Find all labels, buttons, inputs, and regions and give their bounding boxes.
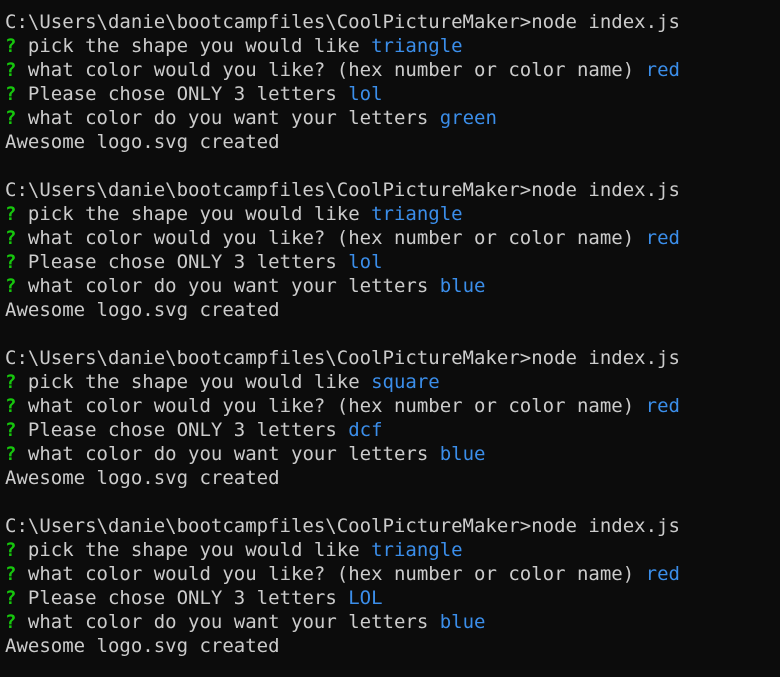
- prompt-question: Please chose ONLY 3 letters: [27, 419, 337, 441]
- prompt-question: pick the shape you would like: [27, 35, 360, 57]
- question-mark-icon: ?: [5, 35, 17, 57]
- result-text: Awesome logo.svg created: [5, 299, 280, 321]
- command-text: C:\Users\danie\bootcampfiles\CoolPicture…: [5, 347, 680, 369]
- prompt-line: ? what color would you like? (hex number…: [5, 58, 780, 82]
- prompt-question: pick the shape you would like: [27, 203, 360, 225]
- prompt-question: what color do you want your letters: [27, 275, 429, 297]
- question-mark-icon: ?: [5, 539, 17, 561]
- prompt-answer: green: [439, 107, 497, 129]
- prompt-line: ? Please chose ONLY 3 letters lol: [5, 250, 780, 274]
- prompt-line: ? pick the shape you would like square: [5, 370, 780, 394]
- command-line: C:\Users\danie\bootcampfiles\CoolPicture…: [5, 178, 780, 202]
- question-mark-icon: ?: [5, 251, 17, 273]
- question-mark-icon: ?: [5, 563, 17, 585]
- prompt-question: pick the shape you would like: [27, 371, 360, 393]
- command-text: C:\Users\danie\bootcampfiles\CoolPicture…: [5, 179, 680, 201]
- question-mark-icon: ?: [5, 443, 17, 465]
- prompt-line: ? Please chose ONLY 3 letters LOL: [5, 586, 780, 610]
- question-mark-icon: ?: [5, 275, 17, 297]
- prompt-question: what color do you want your letters: [27, 107, 429, 129]
- question-mark-icon: ?: [5, 83, 17, 105]
- prompt-question: what color would you like? (hex number o…: [27, 227, 635, 249]
- prompt-line: ? what color do you want your letters bl…: [5, 274, 780, 298]
- prompt-question: Please chose ONLY 3 letters: [27, 83, 337, 105]
- prompt-answer: triangle: [371, 539, 463, 561]
- prompt-line: ? Please chose ONLY 3 letters dcf: [5, 418, 780, 442]
- prompt-question: what color do you want your letters: [27, 611, 429, 633]
- prompt-answer: LOL: [348, 587, 383, 609]
- prompt-answer: blue: [439, 443, 486, 465]
- result-line: Awesome logo.svg created: [5, 466, 780, 490]
- command-line: C:\Users\danie\bootcampfiles\CoolPicture…: [5, 514, 780, 538]
- prompt-answer: red: [645, 227, 680, 249]
- terminal-session: C:\Users\danie\bootcampfiles\CoolPicture…: [5, 514, 780, 658]
- result-text: Awesome logo.svg created: [5, 467, 280, 489]
- question-mark-icon: ?: [5, 419, 17, 441]
- prompt-line: ? pick the shape you would like triangle: [5, 34, 780, 58]
- question-mark-icon: ?: [5, 227, 17, 249]
- prompt-answer: dcf: [348, 419, 383, 441]
- command-text: C:\Users\danie\bootcampfiles\CoolPicture…: [5, 515, 680, 537]
- prompt-question: Please chose ONLY 3 letters: [27, 251, 337, 273]
- question-mark-icon: ?: [5, 107, 17, 129]
- prompt-line: ? what color would you like? (hex number…: [5, 394, 780, 418]
- result-line: Awesome logo.svg created: [5, 298, 780, 322]
- result-line: Awesome logo.svg created: [5, 634, 780, 658]
- terminal-window[interactable]: C:\Users\danie\bootcampfiles\CoolPicture…: [0, 0, 780, 677]
- question-mark-icon: ?: [5, 371, 17, 393]
- result-text: Awesome logo.svg created: [5, 635, 280, 657]
- prompt-answer: red: [645, 395, 680, 417]
- question-mark-icon: ?: [5, 59, 17, 81]
- prompt-question: what color do you want your letters: [27, 443, 429, 465]
- prompt-question: what color would you like? (hex number o…: [27, 395, 635, 417]
- prompt-line: ? what color would you like? (hex number…: [5, 562, 780, 586]
- prompt-line: ? pick the shape you would like triangle: [5, 538, 780, 562]
- prompt-line: ? what color do you want your letters gr…: [5, 106, 780, 130]
- prompt-question: what color would you like? (hex number o…: [27, 59, 635, 81]
- command-line: C:\Users\danie\bootcampfiles\CoolPicture…: [5, 10, 780, 34]
- command-text: C:\Users\danie\bootcampfiles\CoolPicture…: [5, 11, 680, 33]
- result-line: Awesome logo.svg created: [5, 130, 780, 154]
- question-mark-icon: ?: [5, 611, 17, 633]
- prompt-question: what color would you like? (hex number o…: [27, 563, 635, 585]
- prompt-answer: blue: [439, 611, 486, 633]
- prompt-answer: red: [645, 563, 680, 585]
- result-text: Awesome logo.svg created: [5, 131, 280, 153]
- prompt-answer: blue: [439, 275, 486, 297]
- prompt-answer: triangle: [371, 203, 463, 225]
- question-mark-icon: ?: [5, 203, 17, 225]
- command-line: C:\Users\danie\bootcampfiles\CoolPicture…: [5, 346, 780, 370]
- terminal-session: C:\Users\danie\bootcampfiles\CoolPicture…: [5, 10, 780, 178]
- question-mark-icon: ?: [5, 395, 17, 417]
- prompt-line: ? what color do you want your letters bl…: [5, 442, 780, 466]
- terminal-session: C:\Users\danie\bootcampfiles\CoolPicture…: [5, 346, 780, 514]
- question-mark-icon: ?: [5, 587, 17, 609]
- prompt-answer: triangle: [371, 35, 463, 57]
- prompt-question: Please chose ONLY 3 letters: [27, 587, 337, 609]
- prompt-line: ? pick the shape you would like triangle: [5, 202, 780, 226]
- prompt-line: ? Please chose ONLY 3 letters lol: [5, 82, 780, 106]
- prompt-answer: red: [645, 59, 680, 81]
- terminal-session: C:\Users\danie\bootcampfiles\CoolPicture…: [5, 178, 780, 346]
- prompt-line: ? what color do you want your letters bl…: [5, 610, 780, 634]
- prompt-line: ? what color would you like? (hex number…: [5, 226, 780, 250]
- prompt-answer: square: [371, 371, 440, 393]
- prompt-answer: lol: [348, 83, 383, 105]
- prompt-answer: lol: [348, 251, 383, 273]
- prompt-question: pick the shape you would like: [27, 539, 360, 561]
